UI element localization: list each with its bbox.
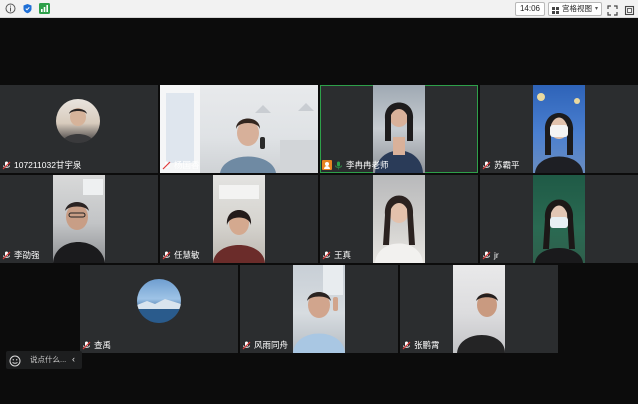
collapse-chat-icon[interactable]: ‹ — [72, 353, 75, 366]
participant-video — [213, 175, 265, 263]
participant-name: 李劭强 — [14, 250, 40, 260]
participant-tile[interactable]: 杨国香 — [160, 85, 318, 173]
participant-video — [453, 265, 505, 353]
microphone-muted-icon — [2, 251, 11, 260]
participant-video — [533, 85, 585, 173]
microphone-muted-icon — [322, 251, 331, 260]
participant-video — [533, 175, 585, 263]
top-toolbar: 14:06 宫格视图 ▾ — [0, 0, 638, 18]
participant-name: 张鹏霄 — [414, 340, 440, 350]
participant-name: 风雨同舟 — [254, 340, 289, 350]
participant-tile[interactable]: 风雨同舟 — [240, 265, 398, 353]
participant-name: 杨国香 — [174, 160, 200, 170]
chat-input-bar[interactable]: 说点什么... ‹ — [6, 351, 82, 369]
participant-name: jr — [494, 250, 499, 260]
microphone-muted-icon — [162, 161, 171, 170]
participant-name-tag: 王真 — [322, 249, 351, 261]
participant-avatar — [137, 279, 181, 323]
microphone-muted-icon — [242, 341, 251, 350]
participant-name: 任慧敏 — [174, 250, 200, 260]
participant-tile[interactable]: 107211032甘宇泉 — [0, 85, 158, 173]
microphone-muted-icon — [82, 341, 91, 350]
chat-input-placeholder[interactable]: 说点什么... — [30, 354, 66, 366]
microphone-muted-icon — [2, 161, 11, 170]
view-mode-label: 宫格视图 — [562, 4, 592, 13]
participant-name: 王真 — [334, 250, 352, 260]
participant-name: 107211032甘宇泉 — [14, 160, 82, 170]
shield-icon[interactable] — [22, 3, 33, 14]
participant-name-tag: 风雨同舟 — [242, 339, 288, 351]
participant-avatar — [56, 99, 100, 143]
meeting-clock: 14:06 — [515, 2, 545, 16]
participant-name-tag: 李冉冉老师 — [322, 159, 389, 171]
window-restore-icon[interactable] — [624, 3, 635, 16]
participant-name-tag: 杨国香 — [162, 159, 200, 171]
participant-name-tag: 107211032甘宇泉 — [2, 159, 81, 171]
participant-tile[interactable]: 李劭强 — [0, 175, 158, 263]
participant-name-tag: 李劭强 — [2, 249, 40, 261]
signal-icon[interactable] — [39, 3, 50, 14]
emoji-icon[interactable] — [9, 354, 21, 367]
chevron-down-icon: ▾ — [594, 6, 598, 12]
microphone-active-icon — [334, 161, 343, 170]
fullscreen-icon[interactable] — [607, 3, 618, 16]
participant-name-tag: 苏霸平 — [482, 159, 520, 171]
participant-name-tag: jr — [482, 249, 499, 261]
info-icon[interactable] — [5, 3, 16, 14]
microphone-muted-icon — [482, 251, 491, 260]
participant-name: 苏霸平 — [494, 160, 520, 170]
participant-name-tag: 查禹 — [82, 339, 111, 351]
participant-tile[interactable]: 张鹏霄 — [400, 265, 558, 353]
participant-name-tag: 张鹏霄 — [402, 339, 440, 351]
microphone-muted-icon — [482, 161, 491, 170]
participant-video — [53, 175, 105, 263]
host-badge-icon — [322, 160, 332, 170]
participant-video — [373, 175, 425, 263]
participant-tile[interactable]: jr — [480, 175, 638, 263]
participant-name-tag: 任慧敏 — [162, 249, 200, 261]
participant-name: 查禹 — [94, 340, 112, 350]
microphone-muted-icon — [402, 341, 411, 350]
participant-tile[interactable]: 任慧敏 — [160, 175, 318, 263]
participant-name: 李冉冉老师 — [346, 160, 389, 170]
participant-tile[interactable]: 查禹 — [80, 265, 238, 353]
participant-tile-active-speaker[interactable]: 李冉冉老师 — [320, 85, 478, 173]
microphone-muted-icon — [162, 251, 171, 260]
view-mode-dropdown[interactable]: 宫格视图 ▾ — [548, 2, 602, 16]
participant-tile[interactable]: 苏霸平 — [480, 85, 638, 173]
participant-video — [293, 265, 345, 353]
participant-tile[interactable]: 王真 — [320, 175, 478, 263]
grid-view-icon — [552, 6, 559, 14]
